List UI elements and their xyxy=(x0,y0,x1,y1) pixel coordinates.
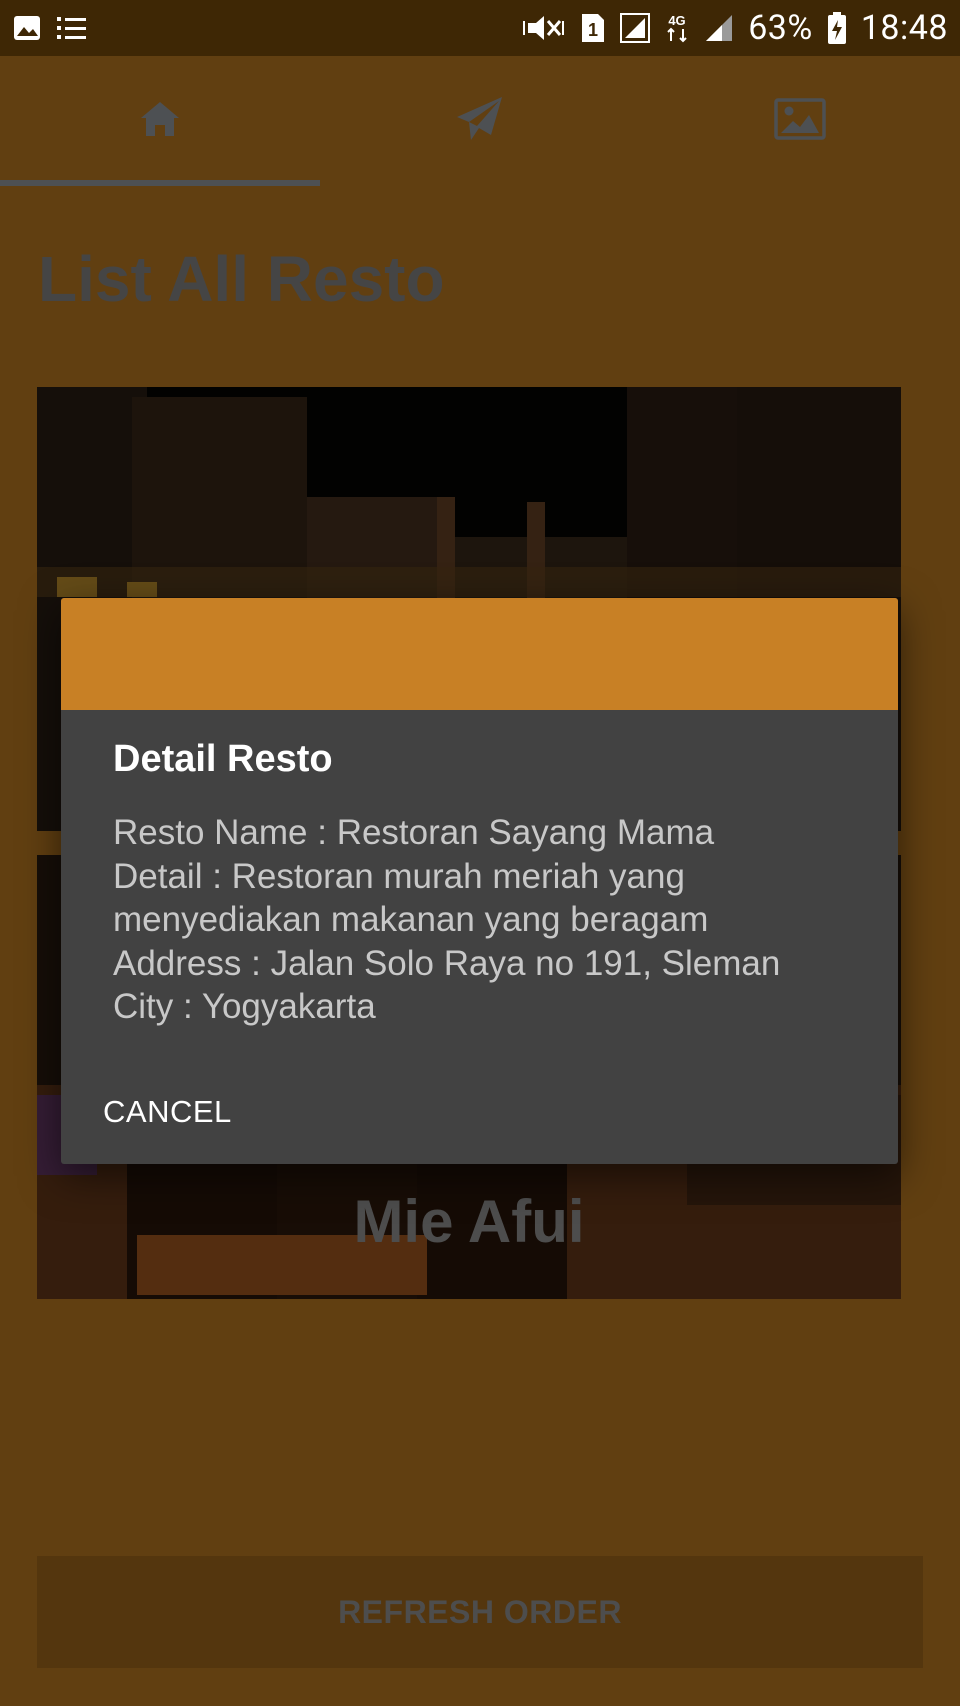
dialog-header xyxy=(61,598,898,710)
status-bar: 1 4G 63% 18:48 xyxy=(0,0,960,56)
list-notification-icon xyxy=(56,13,88,43)
signal-sim2-icon xyxy=(704,13,734,43)
battery-percent: 63% xyxy=(748,8,813,48)
resto-city-line: City : Yogyakarta xyxy=(113,987,376,1026)
sim-slot-icon: 1 xyxy=(580,12,606,44)
cancel-button[interactable]: CANCEL xyxy=(85,1080,250,1144)
dialog-message: Resto Name : Restoran Sayang Mama Detail… xyxy=(113,811,873,1029)
resto-name-line: Resto Name : Restoran Sayang Mama xyxy=(113,813,715,852)
resto-detail-line-cont: menyediakan makanan yang beragam xyxy=(113,900,709,939)
clock: 18:48 xyxy=(860,8,948,48)
svg-text:1: 1 xyxy=(588,20,598,40)
battery-charging-icon xyxy=(827,11,847,45)
resto-detail-line: Detail : Restoran murah meriah yang xyxy=(113,856,685,896)
detail-dialog: Detail Resto Resto Name : Restoran Sayan… xyxy=(61,598,898,1164)
signal-sim1-icon xyxy=(620,13,651,43)
resto-address-line: Address : Jalan Solo Raya no 191, Sleman xyxy=(113,943,781,983)
vibrate-mute-icon xyxy=(522,13,566,43)
svg-text:4G: 4G xyxy=(669,13,686,28)
gallery-notification-icon xyxy=(12,13,42,43)
dialog-title: Detail Resto xyxy=(113,738,333,780)
network-4g-icon: 4G xyxy=(664,12,690,44)
